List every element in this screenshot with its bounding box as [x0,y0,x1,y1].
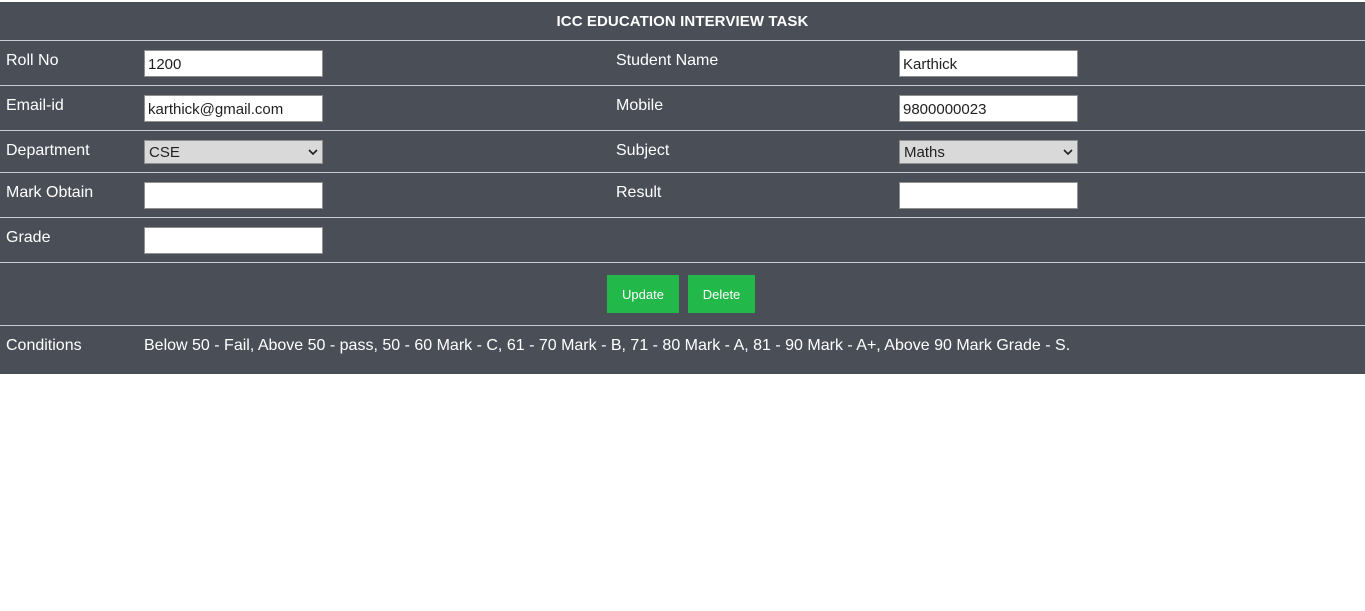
roll-no-input[interactable] [144,50,323,77]
student-form-panel: ICC EDUCATION INTERVIEW TASK Roll No Stu… [0,2,1365,374]
subject-select[interactable]: Maths [899,140,1078,164]
form-row-grade: Grade [0,218,1365,263]
update-button[interactable]: Update [607,275,679,313]
conditions-label: Conditions [6,337,82,354]
student-name-input[interactable] [899,50,1078,77]
form-row-mark-result: Mark Obtain Result [0,173,1365,218]
chevron-down-icon [1063,147,1073,157]
conditions-text: Below 50 - Fail, Above 50 - pass, 50 - 6… [144,337,1071,354]
mobile-input[interactable] [899,95,1078,122]
mark-obtain-input[interactable] [144,182,323,209]
department-label: Department [6,142,90,159]
action-row: Update Delete [0,263,1365,326]
email-label: Email-id [6,97,64,114]
form-row-roll-name: Roll No Student Name [0,41,1365,86]
chevron-down-icon [308,147,318,157]
delete-button[interactable]: Delete [688,275,755,313]
result-input[interactable] [899,182,1078,209]
roll-no-label: Roll No [6,52,59,69]
grade-label: Grade [6,229,51,246]
mobile-label: Mobile [616,97,664,114]
page-title: ICC EDUCATION INTERVIEW TASK [0,2,1365,41]
result-label: Result [616,184,662,201]
department-selected-value: CSE [149,143,180,161]
email-input[interactable] [144,95,323,122]
grade-input[interactable] [144,227,323,254]
department-select[interactable]: CSE [144,140,323,164]
conditions-row: Conditions Below 50 - Fail, Above 50 - p… [0,326,1365,373]
form-row-email-mobile: Email-id Mobile [0,86,1365,131]
mark-obtain-label: Mark Obtain [6,184,94,201]
subject-label: Subject [616,142,670,159]
subject-selected-value: Maths [904,143,945,161]
student-name-label: Student Name [616,52,719,69]
form-row-department-subject: Department CSE Subject Maths [0,131,1365,173]
